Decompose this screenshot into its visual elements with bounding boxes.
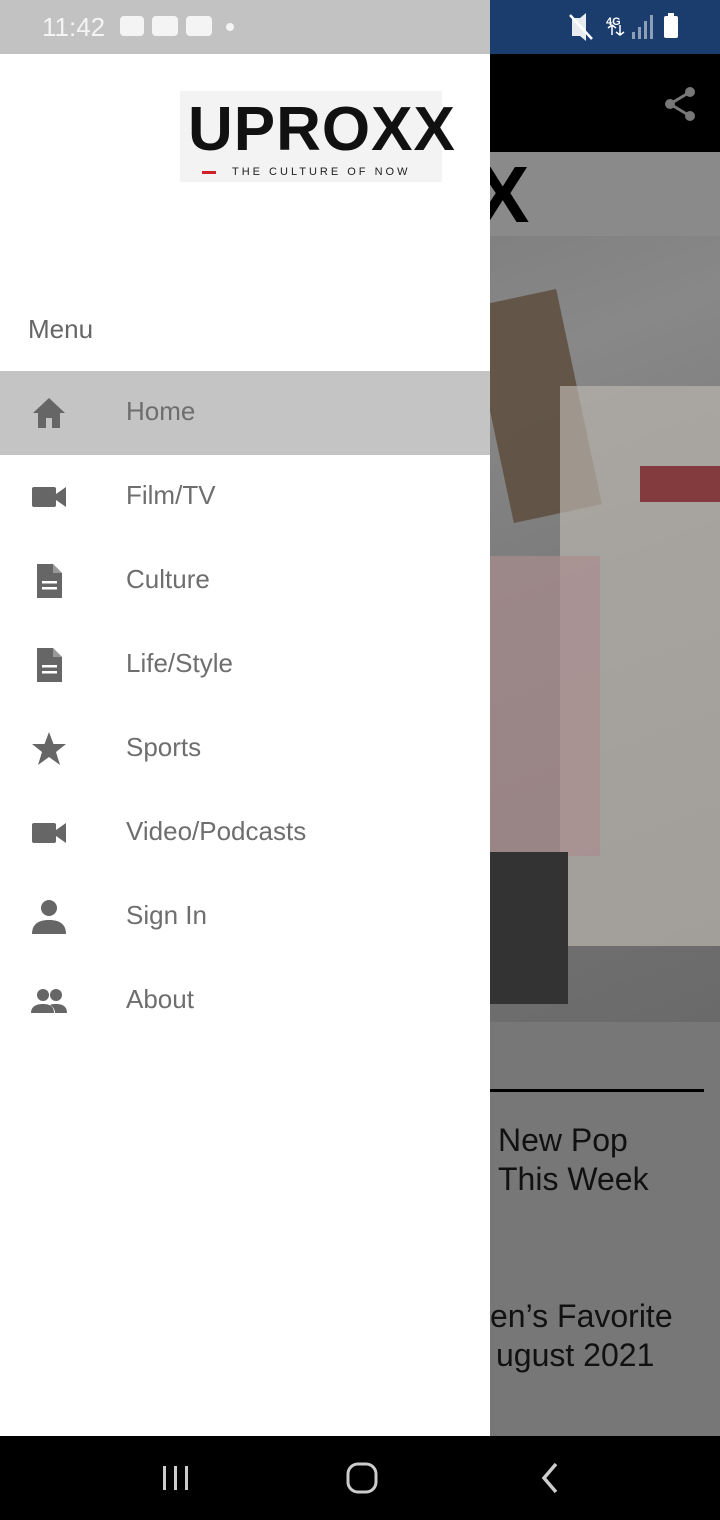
menu-item-label: Video/Podcasts (126, 816, 307, 846)
background-headline-2: en’s Favorite ugust 2021 (490, 1297, 712, 1375)
menu-item-video-podcasts[interactable]: Video/Podcasts (0, 791, 490, 875)
background-headline-2-line-2: ugust 2021 (496, 1337, 655, 1373)
logo-accent-bar (202, 171, 216, 174)
navigation-drawer: UPROXX THE CULTURE OF NOW Menu Home Film… (0, 54, 490, 1436)
menu-item-label: Culture (126, 564, 210, 594)
image-notification-icon (120, 16, 144, 36)
youtube-notification-icon (152, 16, 178, 36)
video-camera-icon (30, 479, 68, 515)
more-notifications-dot-icon (226, 23, 234, 31)
document-icon (30, 647, 68, 683)
menu-item-life-style[interactable]: Life/Style (0, 623, 490, 707)
system-status-icons: 4G (560, 12, 720, 42)
menu-list: Home Film/TV Culture Life/Style Sports V… (0, 371, 490, 1043)
status-time: 11:42 (42, 12, 106, 42)
recent-apps-button[interactable] (156, 1458, 196, 1498)
home-icon (30, 395, 68, 431)
uproxx-logo: UPROXX THE CULTURE OF NOW (180, 91, 455, 182)
star-icon (30, 731, 68, 767)
youtube-notification-icon (186, 16, 212, 36)
background-headline-2-line-1: en’s Favorite (490, 1298, 673, 1334)
menu-item-label: Home (126, 396, 196, 426)
home-button[interactable] (342, 1458, 382, 1498)
menu-item-label: Sports (126, 732, 202, 762)
background-headline-1-line-1: New Pop (498, 1122, 628, 1158)
menu-item-sports[interactable]: Sports (0, 707, 490, 791)
menu-item-culture[interactable]: Culture (0, 539, 490, 623)
menu-item-label: Sign In (126, 900, 207, 930)
back-button[interactable] (530, 1458, 570, 1498)
system-navigation-bar (0, 1436, 720, 1520)
status-bar: 11:42 (0, 0, 490, 54)
share-icon (660, 84, 700, 124)
video-camera-icon (30, 815, 68, 851)
logo-tagline: THE CULTURE OF NOW (232, 166, 411, 178)
background-headline-1-line-2: This Week (498, 1161, 649, 1197)
logo-wordmark: UPROXX (188, 95, 456, 164)
background-divider (490, 1089, 704, 1092)
menu-item-label: Film/TV (126, 480, 216, 510)
menu-item-sign-in[interactable]: Sign In (0, 875, 490, 959)
menu-item-about[interactable]: About (0, 959, 490, 1043)
document-icon (30, 563, 68, 599)
menu-item-home[interactable]: Home (0, 371, 490, 455)
background-headline-1: New Pop This Week (498, 1121, 720, 1199)
background-overlay-box (490, 852, 568, 1004)
person-icon (30, 899, 68, 935)
menu-header: Menu (28, 314, 94, 344)
menu-item-label: Life/Style (126, 648, 233, 678)
menu-item-film-tv[interactable]: Film/TV (0, 455, 490, 539)
menu-item-label: About (126, 984, 194, 1014)
people-icon (30, 983, 68, 1019)
